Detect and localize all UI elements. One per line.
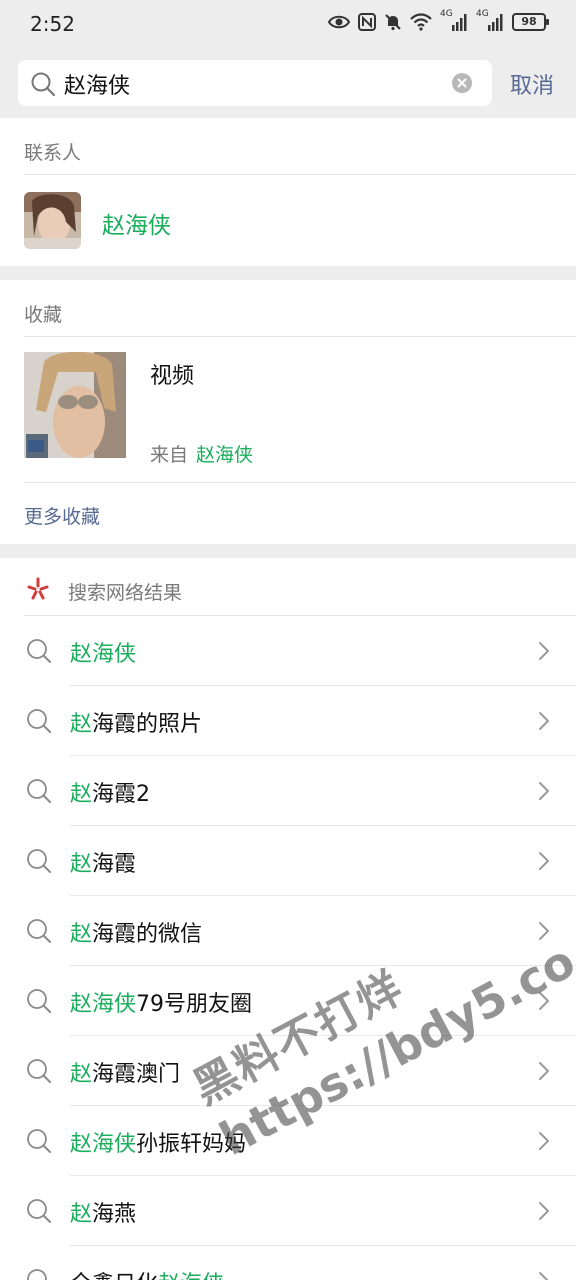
chevron-right-icon xyxy=(539,922,549,940)
web-result-item[interactable]: 赵海霞的照片 xyxy=(0,686,576,756)
chevron-right-icon xyxy=(539,992,549,1010)
status-time: 2:52 xyxy=(30,12,75,36)
web-result-item[interactable]: 赵海侠 xyxy=(0,616,576,686)
web-result-text: 赵海侠79号朋友圈 xyxy=(70,986,252,1018)
search-icon xyxy=(27,1059,51,1083)
chevron-right-icon xyxy=(539,642,549,660)
search-icon xyxy=(27,1129,51,1153)
favorites-section-title: 收藏 xyxy=(24,304,63,326)
web-result-text: 赵海霞 xyxy=(70,846,136,878)
web-result-item[interactable]: 赵海霞2 xyxy=(0,756,576,826)
divider xyxy=(24,174,576,175)
signal-1: 4G xyxy=(440,9,468,32)
web-result-rest: 孙振轩妈妈 xyxy=(136,1132,247,1157)
web-result-rest: 海霞 xyxy=(92,852,137,877)
chevron-right-icon xyxy=(539,1272,549,1280)
divider xyxy=(24,336,576,337)
web-search-logo-icon xyxy=(27,577,49,600)
web-results-section: 搜索网络结果 赵海侠 赵海霞的照片 赵海霞2 赵海霞 赵海霞的微信 赵海侠79号朋友圈 赵海… xyxy=(0,558,576,1280)
web-result-text: 赵海霞澳门 xyxy=(70,1056,180,1088)
web-result-item[interactable]: 赵海燕 xyxy=(0,1176,576,1246)
chevron-right-icon xyxy=(539,852,549,870)
signal-bars-icon xyxy=(452,14,467,31)
web-result-text: 赵海霞2 xyxy=(70,776,150,808)
mute-bell-icon xyxy=(385,14,401,31)
web-result-item[interactable]: 赵海侠79号朋友圈 xyxy=(0,966,576,1036)
web-result-rest: 海霞的照片 xyxy=(92,712,203,737)
web-result-text: 赵海侠孙振轩妈妈 xyxy=(70,1126,246,1158)
search-query[interactable]: 赵海侠 xyxy=(64,68,130,100)
web-result-highlight: 赵 xyxy=(70,852,93,877)
signal-bars-icon xyxy=(488,14,503,31)
web-result-rest: 海霞澳门 xyxy=(92,1062,181,1087)
favorite-source-prefix: 来自 xyxy=(150,444,189,466)
search-icon xyxy=(27,639,51,663)
web-result-text: 赵海燕 xyxy=(70,1196,136,1228)
more-favorites-link[interactable]: 更多收藏 xyxy=(24,502,100,529)
search-icon xyxy=(31,72,56,97)
web-result-rest: 海霞的微信 xyxy=(92,922,203,947)
web-result-rest: 79号朋友圈 xyxy=(136,992,253,1017)
divider xyxy=(24,482,576,483)
chevron-right-icon xyxy=(539,1062,549,1080)
web-result-item[interactable]: 赵海霞澳门 xyxy=(0,1036,576,1106)
search-icon xyxy=(27,919,51,943)
favorite-title: 视频 xyxy=(150,364,195,389)
cancel-button[interactable]: 取消 xyxy=(510,68,554,100)
eye-icon xyxy=(328,15,350,29)
nfc-icon xyxy=(358,13,376,31)
status-bar: 2:52 4G 4G 98 xyxy=(0,0,576,48)
web-result-rest: 海燕 xyxy=(92,1202,137,1227)
chevron-right-icon xyxy=(539,1202,549,1220)
web-result-highlight: 赵 xyxy=(70,922,93,947)
search-icon xyxy=(27,849,51,873)
web-results-title: 搜索网络结果 xyxy=(68,582,183,604)
favorite-source-name: 赵海侠 xyxy=(196,444,254,466)
battery-level: 98 xyxy=(521,15,537,28)
web-result-highlight: 赵海侠 xyxy=(70,992,137,1017)
web-result-highlight: 赵 xyxy=(70,1202,93,1227)
chevron-right-icon xyxy=(539,1132,549,1150)
clear-icon[interactable] xyxy=(452,73,472,93)
favorites-section: 收藏 视频 来自 赵海侠 更多收藏 xyxy=(0,280,576,544)
web-result-rest: 全鑫日化 xyxy=(70,1272,158,1280)
search-icon xyxy=(27,779,51,803)
web-result-text: 全鑫日化赵海侠 xyxy=(70,1266,224,1280)
search-input[interactable]: 赵海侠 xyxy=(18,60,492,106)
web-result-tail: 赵海侠 xyxy=(158,1272,224,1280)
web-result-item[interactable]: 赵海侠孙振轩妈妈 xyxy=(0,1106,576,1176)
search-icon xyxy=(27,709,51,733)
avatar xyxy=(24,192,81,249)
web-result-highlight: 赵海侠 xyxy=(70,642,137,667)
search-icon xyxy=(27,1269,47,1280)
web-result-text: 赵海霞的照片 xyxy=(70,706,202,738)
web-result-highlight: 赵 xyxy=(70,782,93,807)
status-icons: 4G 4G 98 xyxy=(328,9,549,32)
search-icon xyxy=(27,1199,51,1223)
favorite-source: 来自 赵海侠 xyxy=(150,440,253,467)
web-result-highlight: 赵海侠 xyxy=(70,1132,137,1157)
chevron-right-icon xyxy=(539,712,549,730)
contacts-section: 联系人 赵海侠 xyxy=(0,118,576,266)
web-result-highlight: 赵 xyxy=(70,712,93,737)
chevron-right-icon xyxy=(539,782,549,800)
contacts-section-title: 联系人 xyxy=(24,142,82,164)
web-result-highlight: 赵 xyxy=(70,1062,93,1087)
battery-icon: 98 xyxy=(512,13,549,31)
search-header: 赵海侠 取消 xyxy=(0,48,576,118)
web-result-item[interactable]: 赵海霞的微信 xyxy=(0,896,576,966)
web-result-text: 赵海霞的微信 xyxy=(70,916,202,948)
web-result-item[interactable]: 赵海霞 xyxy=(0,826,576,896)
wifi-icon xyxy=(410,13,432,31)
contact-name[interactable]: 赵海侠 xyxy=(102,206,171,240)
video-thumbnail xyxy=(24,352,126,458)
web-result-rest: 海霞2 xyxy=(92,782,151,807)
search-icon xyxy=(27,989,51,1013)
web-result-text: 赵海侠 xyxy=(70,636,136,668)
signal-2: 4G xyxy=(476,9,504,32)
web-result-item[interactable]: 全鑫日化赵海侠 xyxy=(0,1246,576,1280)
